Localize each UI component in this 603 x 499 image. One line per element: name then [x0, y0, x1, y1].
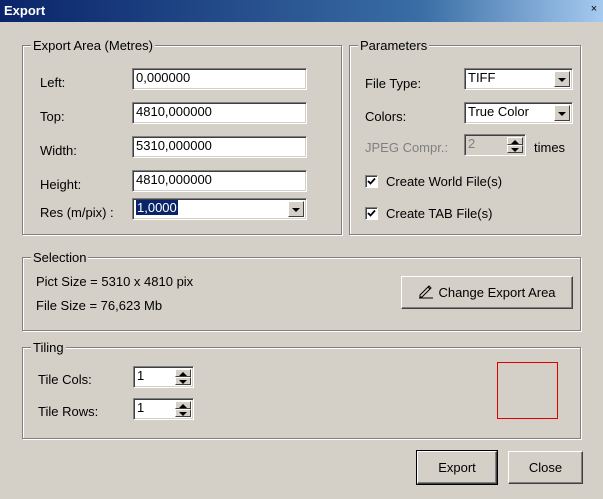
jpeg-compr-label: JPEG Compr.:	[365, 140, 449, 155]
tab-file-label[interactable]: Create TAB File(s)	[386, 206, 492, 221]
height-label: Height:	[40, 177, 82, 192]
close-icon[interactable]: ×	[588, 2, 600, 16]
jpeg-compr-stepper[interactable]: 2	[464, 134, 526, 156]
window-title: Export	[4, 3, 46, 18]
tile-cols-stepper[interactable]: 1	[133, 366, 194, 388]
change-export-area-label: Change Export Area	[438, 285, 556, 300]
res-value: 1,0000	[136, 200, 178, 215]
left-label: Left:	[40, 75, 66, 90]
colors-label: Colors:	[365, 109, 407, 124]
res-select[interactable]: 1,0000	[132, 198, 307, 220]
export-button-label: Export	[438, 460, 476, 475]
spin-down-icon[interactable]	[507, 145, 523, 153]
export-button[interactable]: Export	[416, 450, 498, 485]
checkmark-icon	[367, 177, 376, 185]
colors-select[interactable]: True Color	[464, 102, 573, 124]
top-field[interactable]: 4810,000000	[132, 102, 307, 124]
jpeg-compr-unit: times	[534, 140, 566, 155]
tile-cols-label: Tile Cols:	[38, 372, 92, 387]
top-value: 4810,000000	[136, 104, 212, 119]
tiling-title: Tiling	[31, 340, 66, 355]
jpeg-compr-spinner[interactable]	[507, 137, 523, 153]
pencil-icon	[419, 285, 434, 299]
file-type-chevron-down-icon[interactable]	[554, 71, 570, 87]
selection-title: Selection	[31, 250, 89, 265]
tile-rows-value: 1	[137, 400, 145, 415]
width-label: Width:	[40, 143, 77, 158]
tile-cols-value: 1	[137, 368, 145, 383]
title-bar: Export ×	[0, 0, 603, 22]
res-dropdown-chevron-down-icon[interactable]	[288, 201, 304, 217]
close-button[interactable]: Close	[508, 451, 583, 484]
spin-up-icon[interactable]	[507, 137, 523, 145]
file-type-label: File Type:	[365, 76, 422, 91]
tiling-preview	[497, 362, 558, 419]
height-value: 4810,000000	[136, 172, 212, 187]
parameters-title: Parameters	[358, 38, 430, 53]
spin-down-icon[interactable]	[175, 377, 191, 385]
width-field[interactable]: 5310,000000	[132, 136, 307, 158]
world-file-label[interactable]: Create World File(s)	[386, 174, 502, 189]
top-label: Top:	[40, 109, 65, 124]
left-field[interactable]: 0,000000	[132, 68, 307, 90]
tile-rows-spinner[interactable]	[175, 401, 191, 417]
checkmark-icon	[367, 209, 376, 217]
pict-size-text: Pict Size = 5310 x 4810 pix	[36, 274, 194, 289]
export-area-title: Export Area (Metres)	[31, 38, 155, 53]
colors-chevron-down-icon[interactable]	[554, 105, 570, 121]
file-type-value: TIFF	[468, 70, 496, 85]
file-type-select[interactable]: TIFF	[464, 68, 573, 90]
spin-down-icon[interactable]	[175, 409, 191, 417]
spin-up-icon[interactable]	[175, 401, 191, 409]
res-label: Res (m/pix) :	[40, 205, 114, 220]
tile-cols-spinner[interactable]	[175, 369, 191, 385]
tile-rows-label: Tile Rows:	[38, 404, 99, 419]
close-button-label: Close	[528, 460, 563, 475]
tile-rows-stepper[interactable]: 1	[133, 398, 194, 420]
tab-file-checkbox[interactable]	[365, 207, 378, 220]
jpeg-compr-value: 2	[468, 136, 476, 151]
file-size-text: File Size = 76,623 Mb	[36, 298, 163, 313]
height-field[interactable]: 4810,000000	[132, 170, 307, 192]
left-value: 0,000000	[136, 70, 191, 85]
world-file-checkbox[interactable]	[365, 175, 378, 188]
spin-up-icon[interactable]	[175, 369, 191, 377]
width-value: 5310,000000	[136, 138, 212, 153]
change-export-area-button[interactable]: Change Export Area	[401, 276, 573, 309]
colors-value: True Color	[468, 104, 529, 119]
